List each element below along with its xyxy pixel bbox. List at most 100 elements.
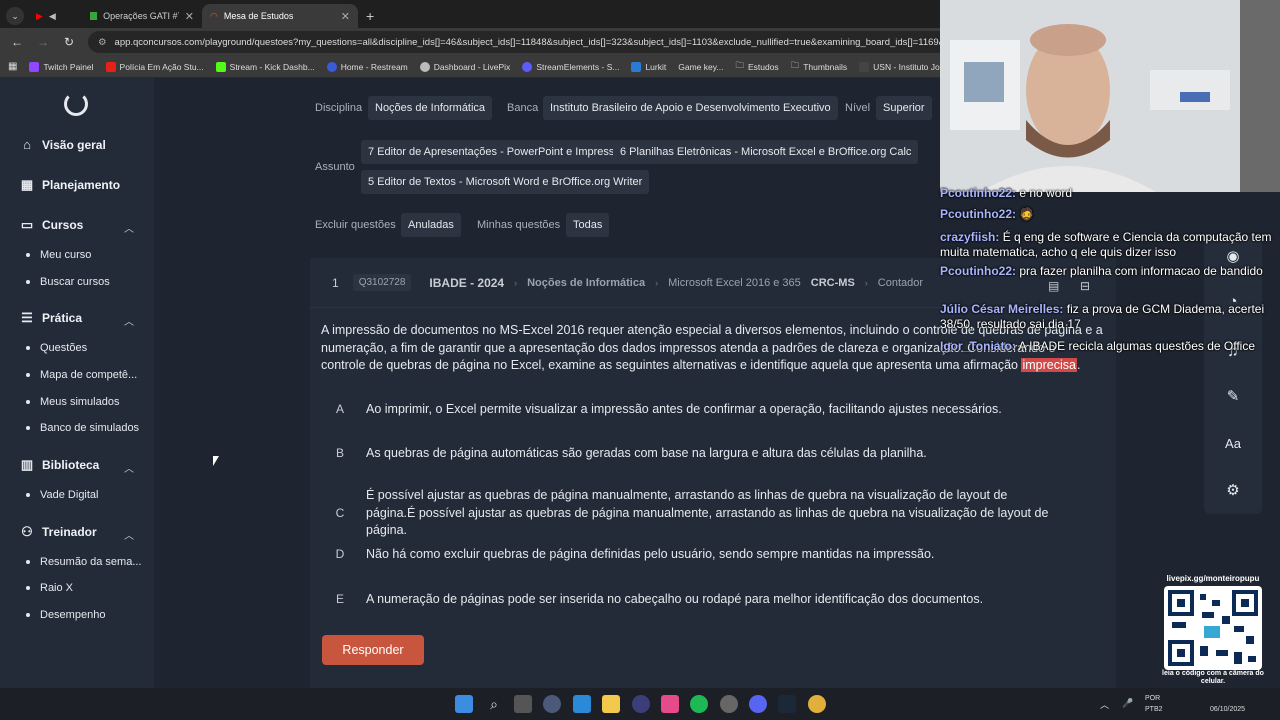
reload-icon[interactable]: ↻ [62, 35, 76, 49]
sidebar-item-banco-simulados[interactable]: Banco de simulados [26, 422, 139, 434]
sidebar-item-buscar-cursos[interactable]: Buscar cursos [26, 276, 110, 288]
option-d[interactable]: D Não há como excluir quebras de página d… [328, 546, 1088, 564]
apps-icon[interactable]: ▦ [8, 61, 17, 72]
settings-app-icon[interactable] [543, 695, 561, 713]
sidebar-item-biblioteca[interactable]: ▥ Biblioteca [20, 458, 100, 473]
question-id[interactable]: Q3102728 [352, 274, 412, 291]
search-icon[interactable]: ⌕ [485, 695, 503, 713]
pencil-icon[interactable]: ✎ [1220, 383, 1246, 409]
back-icon[interactable]: ← [10, 35, 24, 49]
filter-chip-assunto-1[interactable]: 7 Editor de Apresentações - PowerPoint e… [361, 140, 622, 164]
close-icon[interactable]: ✕ [341, 10, 350, 23]
photos-icon[interactable] [573, 695, 591, 713]
language-indicator[interactable]: POR [1145, 695, 1160, 702]
tab-youtube[interactable]: ▶ ◀ [28, 4, 82, 28]
microphone-icon[interactable]: 🎤 [1122, 698, 1133, 709]
question-board[interactable]: IBADE - 2024 [429, 276, 504, 290]
filter-chip-nivel[interactable]: Superior [876, 96, 932, 120]
file-explorer-icon[interactable] [602, 695, 620, 713]
tab-mesa-de-estudos[interactable]: ◠ Mesa de Estudos ✕ [202, 4, 358, 28]
filter-chip-anuladas[interactable]: Anuladas [401, 213, 461, 237]
forward-icon[interactable]: → [36, 35, 50, 49]
sidebar-item-mapa[interactable]: Mapa de competê... [26, 369, 137, 381]
font-size-button[interactable]: Aa [1220, 430, 1246, 456]
site-info-icon[interactable]: ⚙ [98, 37, 107, 48]
bookmark-3[interactable]: Home - Restream [326, 61, 408, 72]
qconcursos-logo[interactable] [64, 92, 88, 116]
sidebar-item-raio-x[interactable]: Raio X [26, 582, 73, 594]
sidebar-item-pratica[interactable]: ☰ Prática [20, 311, 82, 326]
app-icon[interactable] [661, 695, 679, 713]
minus-box-icon[interactable]: ⊟ [1080, 279, 1090, 293]
chrome-icon[interactable] [808, 695, 826, 713]
bookmark-4[interactable]: Dashboard - LivePix [419, 61, 510, 72]
task-view-icon[interactable] [514, 695, 532, 713]
chevron-up-icon[interactable]: ︿ [124, 313, 134, 328]
close-icon[interactable]: ✕ [185, 10, 194, 23]
tab-list-button[interactable]: ⌄ [6, 7, 24, 25]
option-b[interactable]: B As quebras de página automáticas são ge… [328, 445, 1088, 463]
sidebar-item-treinador[interactable]: ⚇ Treinador [20, 525, 97, 540]
filter-chip-todas[interactable]: Todas [566, 213, 610, 237]
filter-label-nivel: Nível [845, 102, 871, 114]
keyboard-layout[interactable]: PTB2 [1145, 706, 1163, 713]
question-org[interactable]: CRC-MS [811, 277, 855, 289]
chevron-up-icon[interactable]: ︿ [124, 220, 134, 235]
sidebar-item-label: Biblioteca [42, 458, 100, 472]
tab-operacoes[interactable]: Operações GATI #71 ✕ [82, 4, 202, 28]
audio-icon: ◀ [48, 10, 56, 21]
sidebar-item-vade-digital[interactable]: Vade Digital [26, 489, 99, 501]
steam-icon[interactable] [778, 695, 796, 713]
question-discipline[interactable]: Noções de Informática [527, 277, 645, 289]
question-role[interactable]: Contador [878, 277, 923, 289]
streamelements-icon [522, 61, 533, 72]
sidebar-item-desempenho[interactable]: Desempenho [26, 609, 105, 621]
bullet [26, 613, 30, 617]
chat-message: Júlio César Meirelles: fiz a prova de GC… [940, 302, 1278, 332]
sidebar-item-planejamento[interactable]: ▦ Planejamento [20, 178, 120, 193]
option-c[interactable]: C É possível ajustar as quebras de página… [328, 487, 1088, 540]
folder-icon: 🗀 [735, 59, 744, 70]
filter-chip-assunto-3[interactable]: 5 Editor de Textos - Microsoft Word e Br… [361, 170, 650, 194]
windows-start-icon[interactable] [455, 695, 473, 713]
chevron-up-icon[interactable]: ︿ [124, 527, 134, 542]
bookmark-0[interactable]: Twitch Painel [29, 61, 94, 72]
option-letter: E [335, 592, 344, 606]
discord-icon[interactable] [749, 695, 767, 713]
bookmark-7[interactable]: Game key... [678, 62, 723, 72]
bookmark-8[interactable]: 🗀 Estudos [735, 60, 778, 74]
sidebar-item-meu-curso[interactable]: Meu curso [26, 249, 91, 261]
sidebar-item-visao-geral[interactable]: ⌂ Visão geral [20, 138, 106, 153]
bookmark-6[interactable]: Lurkit [631, 61, 666, 72]
sidebar-item-cursos[interactable]: ▭ Cursos [20, 217, 84, 233]
chevron-up-icon[interactable]: ︿ [124, 460, 134, 475]
option-letter: D [335, 547, 345, 561]
github-icon[interactable] [720, 695, 738, 713]
book-icon: ▭ [20, 217, 34, 232]
sidebar-item-questoes[interactable]: Questões [26, 342, 87, 354]
new-tab-button[interactable]: + [366, 8, 374, 24]
option-a[interactable]: A Ao imprimir, o Excel permite visualizar… [328, 401, 1088, 419]
sidebar-item-resumao[interactable]: Resumão da sema... [26, 556, 142, 568]
bookmark-1[interactable]: Polícia Em Ação Stu... [105, 61, 204, 72]
gear-icon[interactable]: ⚙ [1220, 477, 1246, 503]
spotify-icon[interactable] [690, 695, 708, 713]
bookmark-9[interactable]: 🗀 Thumbnails [791, 60, 847, 74]
respond-button[interactable]: Responder [322, 635, 424, 665]
chevron-right-icon: › [514, 277, 518, 288]
sidebar-item-meus-simulados[interactable]: Meus simulados [26, 396, 119, 408]
bullet [26, 346, 30, 350]
bookmark-5[interactable]: StreamElements - S... [522, 61, 619, 72]
clock-date[interactable]: 06/10/2025 [1210, 706, 1245, 713]
chevron-up-icon[interactable]: ︿ [1100, 698, 1109, 711]
bookmark-2[interactable]: Stream - Kick Dashb... [215, 61, 315, 72]
filter-chip-banca[interactable]: Instituto Brasileiro de Apoio e Desenvol… [543, 96, 838, 120]
chat-username: Pcoutinho22: [940, 264, 1017, 278]
filter-chip-assunto-2[interactable]: 6 Planilhas Eletrônicas - Microsoft Exce… [613, 140, 919, 164]
filter-chip-disciplina[interactable]: Noções de Informática [368, 96, 493, 120]
obs-icon[interactable] [632, 695, 650, 713]
option-e[interactable]: E A numeração de páginas pode ser inserid… [328, 591, 1088, 609]
chevron-right-icon: › [655, 277, 659, 288]
question-subject[interactable]: Microsoft Excel 2016 e 365 [668, 277, 801, 289]
notes-icon[interactable]: ▤ [1048, 279, 1059, 293]
